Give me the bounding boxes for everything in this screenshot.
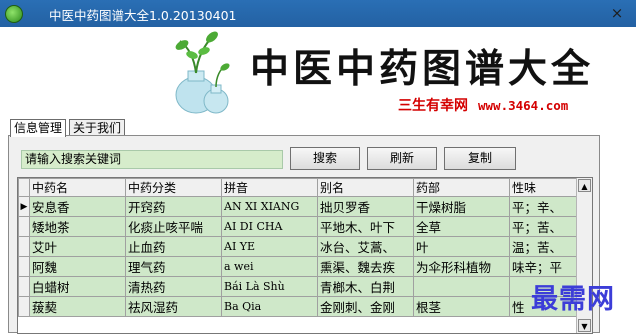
info-management-panel: 请输入搜索关键词 搜索 刷新 复制 中药名 中药分类 拼音 别名 药部 性味 ▶… <box>8 135 600 334</box>
row-indicator <box>18 216 30 237</box>
cell-pinyin[interactable]: a wei <box>221 256 318 277</box>
cell-pinyin[interactable]: AI DI CHA <box>221 216 318 237</box>
herb-jar-logo <box>175 31 230 114</box>
refresh-button[interactable]: 刷新 <box>367 147 437 170</box>
column-header-alias[interactable]: 别名 <box>317 178 414 197</box>
cell-name[interactable]: 矮地茶 <box>29 216 126 237</box>
cell-alias[interactable]: 冰台、艾蒿、 <box>317 236 414 257</box>
cell-nature[interactable]: 味辛；平 <box>509 256 580 277</box>
row-indicator <box>18 236 30 257</box>
cell-nature[interactable]: 平；辛、 <box>509 196 580 217</box>
cell-category[interactable]: 理气药 <box>125 256 222 277</box>
row-indicator <box>18 276 30 297</box>
cell-category[interactable]: 开窍药 <box>125 196 222 217</box>
site-url[interactable]: www.3464.com <box>478 98 568 113</box>
row-indicator <box>18 256 30 277</box>
banner-title: 中医中药图谱大全 <box>250 46 595 92</box>
cell-part[interactable]: 根茎 <box>413 296 510 317</box>
cell-part[interactable] <box>413 276 510 297</box>
cell-name[interactable]: 白蜡树 <box>29 276 126 297</box>
scroll-down-icon[interactable]: ▼ <box>578 319 591 332</box>
cell-category[interactable]: 祛风湿药 <box>125 296 222 317</box>
cell-name[interactable]: 菝葜 <box>29 296 126 317</box>
cell-name[interactable]: 安息香 <box>29 196 126 217</box>
cell-category[interactable]: 化痰止咳平喘 <box>125 216 222 237</box>
cell-name[interactable]: 艾叶 <box>29 236 126 257</box>
tab-about-us[interactable]: 关于我们 <box>69 119 126 136</box>
banner: 中医中药图谱大全 三生有幸网 www.3464.com <box>0 27 636 119</box>
table-row[interactable]: 阿魏 理气药 a wei 熏渠、魏去疾 为伞形科植物 味辛；平 <box>18 256 580 277</box>
column-header-category[interactable]: 中药分类 <box>125 178 222 197</box>
table-row[interactable]: 白蜡树 清热药 Bái Là Shù 青榔木、白荆 <box>18 276 580 297</box>
cell-part[interactable]: 干燥树脂 <box>413 196 510 217</box>
table-row[interactable]: ▶ 安息香 开窍药 AN XI XIANG 拙贝罗香 干燥树脂 平；辛、 <box>18 196 580 217</box>
cell-nature[interactable]: 温；苦、 <box>509 236 580 257</box>
column-header-name[interactable]: 中药名 <box>29 178 126 197</box>
table-row[interactable]: 菝葜 祛风湿药 Ba Qia 金刚刺、金刚 根茎 性 <box>18 296 580 317</box>
cell-alias[interactable]: 拙贝罗香 <box>317 196 414 217</box>
cell-pinyin[interactable]: AN XI XIANG <box>221 196 318 217</box>
cell-part[interactable]: 为伞形科植物 <box>413 256 510 277</box>
title-bar: 中医中药图谱大全1.0.20130401 × <box>0 0 636 27</box>
row-indicator <box>18 296 30 317</box>
cell-pinyin[interactable]: AI YE <box>221 236 318 257</box>
watermark: 最需网 <box>531 284 615 315</box>
cell-part[interactable]: 全草 <box>413 216 510 237</box>
column-header-part[interactable]: 药部 <box>413 178 510 197</box>
cell-nature[interactable]: 平；苦、 <box>509 216 580 237</box>
cell-name[interactable]: 阿魏 <box>29 256 126 277</box>
search-button[interactable]: 搜索 <box>290 147 360 170</box>
site-name: 三生有幸网 <box>398 98 468 114</box>
cell-alias[interactable]: 熏渠、魏去疾 <box>317 256 414 277</box>
table-row[interactable]: 矮地茶 化痰止咳平喘 AI DI CHA 平地木、叶下 全草 平；苦、 <box>18 216 580 237</box>
cell-alias[interactable]: 金刚刺、金刚 <box>317 296 414 317</box>
search-input[interactable]: 请输入搜索关键词 <box>21 150 283 169</box>
current-row-marker: ▶ <box>18 196 30 217</box>
window-title: 中医中药图谱大全1.0.20130401 <box>49 8 237 23</box>
cell-alias[interactable]: 平地木、叶下 <box>317 216 414 237</box>
herb-table: 中药名 中药分类 拼音 别名 药部 性味 ▶ 安息香 开窍药 AN XI XIA… <box>17 177 593 334</box>
column-header-nature[interactable]: 性味 <box>509 178 580 197</box>
copy-button[interactable]: 复制 <box>444 147 516 170</box>
cell-pinyin[interactable]: Ba Qia <box>221 296 318 317</box>
tab-info-management[interactable]: 信息管理 <box>10 119 67 137</box>
column-header-pinyin[interactable]: 拼音 <box>221 178 318 197</box>
scroll-up-icon[interactable]: ▲ <box>578 179 591 192</box>
banner-subtitle: 三生有幸网 www.3464.com <box>398 95 568 115</box>
table-row[interactable]: 艾叶 止血药 AI YE 冰台、艾蒿、 叶 温；苦、 <box>18 236 580 257</box>
close-button[interactable]: × <box>606 3 628 23</box>
cell-category[interactable]: 止血药 <box>125 236 222 257</box>
cell-alias[interactable]: 青榔木、白荆 <box>317 276 414 297</box>
row-indicator-header <box>18 178 30 197</box>
cell-pinyin[interactable]: Bái Là Shù <box>221 276 318 297</box>
cell-part[interactable]: 叶 <box>413 236 510 257</box>
table-header-row: 中药名 中药分类 拼音 别名 药部 性味 <box>18 178 580 197</box>
app-icon <box>5 5 23 23</box>
cell-category[interactable]: 清热药 <box>125 276 222 297</box>
